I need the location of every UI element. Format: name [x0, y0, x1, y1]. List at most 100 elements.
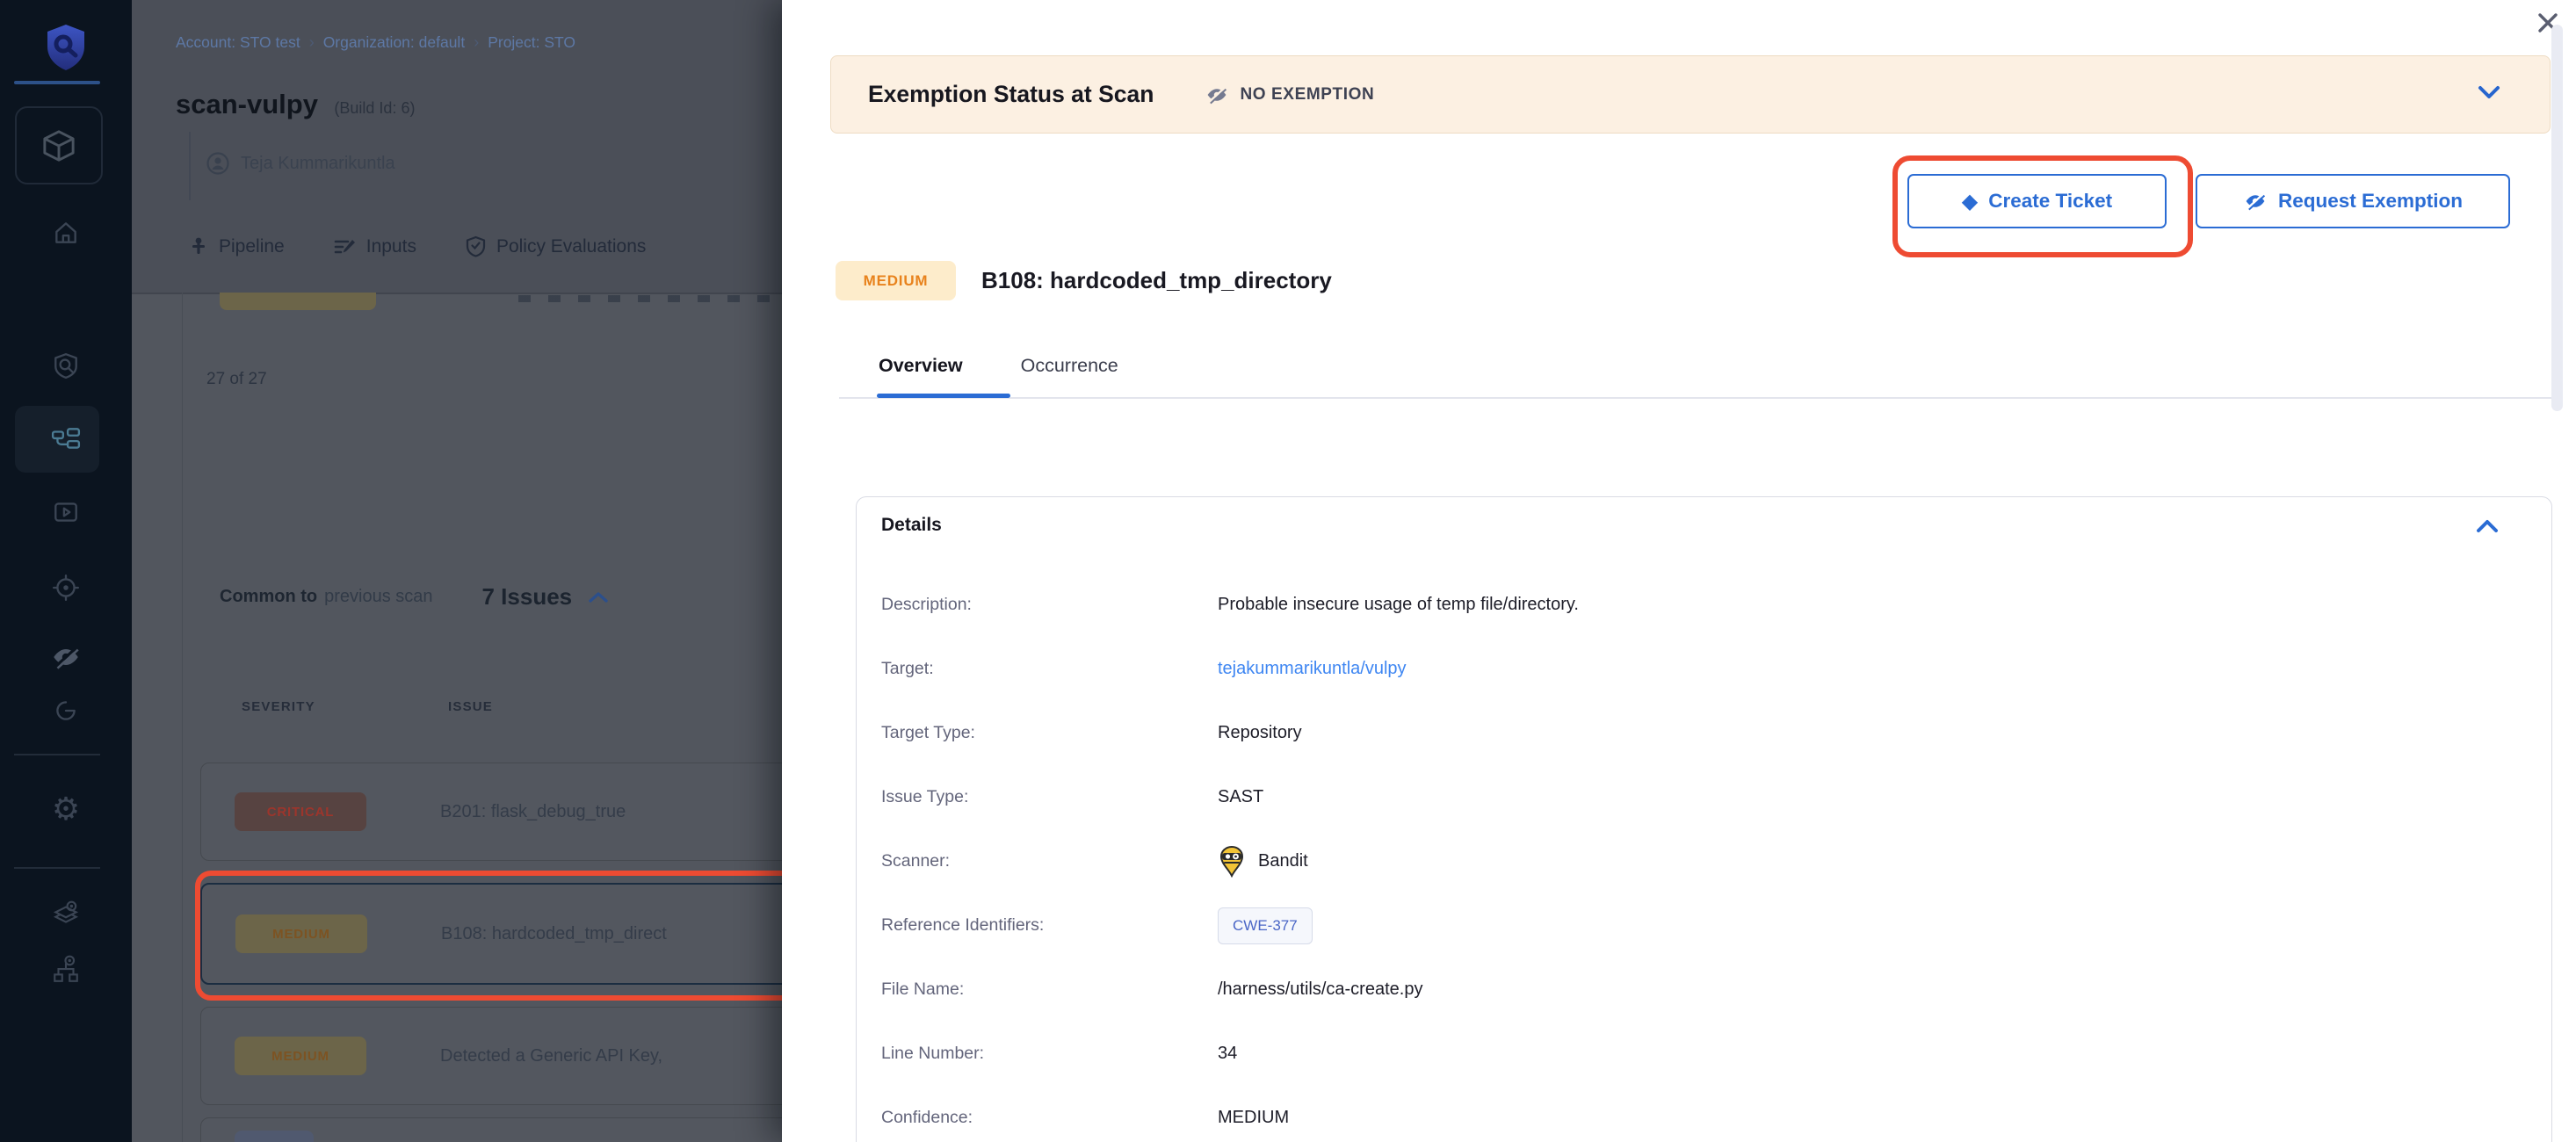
detail-row: Target: tejakummarikuntla/vulpy tejakumm… — [857, 637, 2551, 701]
detail-value: 34 — [1218, 1044, 1237, 1064]
annotation-highlight-create-ticket — [1892, 155, 2193, 257]
tab-pipeline[interactable]: Pipeline — [189, 236, 285, 257]
detail-label: Target Type: — [881, 723, 1218, 743]
detail-value: Probable insecure usage of temp file/dir… — [1218, 595, 1579, 615]
exemption-status-banner[interactable]: Exemption Status at Scan NO EXEMPTION — [830, 55, 2551, 134]
user-timeline-bar — [189, 132, 191, 200]
issue-title: B108: hardcoded_tmp_directory — [981, 267, 1332, 294]
severity-badge: CRITICAL — [235, 792, 366, 831]
clipped-severity-badge — [220, 293, 376, 310]
severity-badge: MEDIUM — [836, 261, 956, 300]
module-selector-button[interactable] — [15, 106, 103, 184]
detail-row: Description: Probable insecure usage of … — [857, 573, 2551, 637]
shield-search-icon[interactable] — [0, 351, 132, 379]
request-exemption-label: Request Exemption — [2278, 190, 2463, 213]
inputs-tab-icon — [334, 236, 356, 257]
page-title-row: scan-vulpy (Build Id: 6) — [176, 89, 415, 120]
detail-row: File Name: /harness/utils/ca-create.py /… — [857, 958, 2551, 1022]
issue-name: Detected a Generic API Key, — [440, 1046, 662, 1066]
bandit-scanner-icon — [1218, 846, 1246, 878]
breadcrumb-separator: › — [474, 33, 479, 51]
column-header-severity: SEVERITY — [242, 699, 315, 714]
tab-occurrence[interactable]: Occurrence — [1021, 355, 1118, 377]
detail-label: Reference Identifiers: — [881, 915, 1218, 936]
collapse-chevron-up-icon[interactable] — [586, 589, 611, 606]
detail-row: Confidence: MEDIUM MEDIUM MEDIUM MEDIUM — [857, 1086, 2551, 1142]
detail-label: Line Number: — [881, 1044, 1218, 1064]
detail-label: Scanner: — [881, 851, 1218, 871]
layers-gear-icon[interactable] — [0, 899, 132, 929]
issue-group-header: Common to previous scan 7 Issues — [220, 583, 611, 611]
detail-value: SAST — [1218, 787, 1263, 807]
table-row[interactable]: MEDIUM Detected a Generic API Key, — [200, 1007, 782, 1105]
get-started-icon[interactable] — [0, 697, 132, 725]
detail-label: Description: — [881, 595, 1218, 615]
drawer-scrollbar-thumb[interactable] — [2551, 25, 2563, 411]
sto-issue-drawer-screen: ⚙ Account: STO test › Organization: defaul… — [0, 0, 2576, 1142]
tab-policy-evaluations[interactable]: Policy Evaluations — [466, 235, 646, 257]
detail-value: /harness/utils/ca-create.py — [1218, 979, 1422, 1000]
severity-badge: MEDIUM — [235, 1037, 366, 1075]
detail-row: Target Type: Repository Repository Repos… — [857, 701, 2551, 765]
tab-inputs[interactable]: Inputs — [334, 236, 416, 257]
detail-label: Issue Type: — [881, 787, 1218, 807]
pipeline-tab-icon — [189, 236, 208, 257]
tab-inputs-label: Inputs — [366, 236, 416, 257]
breadcrumb-org-link[interactable]: Organization: default — [323, 33, 466, 51]
triggered-by-user: Teja Kummarikuntla — [206, 151, 395, 176]
policy-shield-icon — [466, 235, 486, 257]
dimmed-background-content: Account: STO test › Organization: default ›… — [132, 0, 782, 1142]
execution-tabs: Pipeline Inputs Policy Evaluations — [189, 235, 646, 257]
chevron-up-icon[interactable] — [2472, 515, 2502, 538]
detail-value: MEDIUM — [1218, 1108, 1289, 1128]
home-icon[interactable] — [0, 219, 132, 247]
detail-label: Target: — [881, 659, 1218, 679]
clipped-row-text-remnant — [518, 295, 782, 302]
request-exemption-button[interactable]: Request Exemption — [2196, 174, 2510, 228]
issues-count-text: 27 of 27 — [206, 370, 267, 389]
detail-value-link[interactable]: tejakummarikuntla/vulpy — [1218, 659, 1407, 679]
breadcrumb-project-link[interactable]: Project: STO — [488, 33, 575, 51]
breadcrumb: Account: STO test › Organization: default ›… — [176, 33, 575, 52]
harness-sto-logo — [0, 23, 132, 72]
group-issue-count: 7 Issues — [482, 583, 573, 611]
target-icon[interactable] — [0, 573, 132, 603]
reference-identifier-chip[interactable]: CWE-377 — [1218, 907, 1313, 944]
detail-label: Confidence: — [881, 1108, 1218, 1128]
details-card: Details Description: Probable insecure u… — [856, 496, 2552, 1142]
detail-row: Reference Identifiers: CWE-377 CWE-377 C… — [857, 893, 2551, 958]
exemptions-eye-slash-icon[interactable] — [0, 643, 132, 671]
executions-play-icon[interactable] — [0, 498, 132, 526]
build-id-label: (Build Id: 6) — [334, 99, 415, 117]
chevron-down-icon[interactable] — [2474, 81, 2504, 104]
exemption-status-chip: NO EXEMPTION — [1205, 84, 1374, 105]
clipped-severity-badge — [235, 1131, 314, 1142]
issue-details-drawer: Exemption Status at Scan NO EXEMPTION ◆ … — [782, 0, 2576, 1142]
column-header-issue: ISSUE — [448, 699, 493, 714]
details-card-title: Details — [881, 515, 942, 536]
tab-overview[interactable]: Overview — [879, 355, 963, 377]
annotation-highlight-selected-row — [195, 871, 782, 1001]
avatar-icon — [206, 151, 230, 176]
tab-policy-label: Policy Evaluations — [496, 236, 646, 257]
breadcrumb-separator: › — [309, 33, 315, 51]
org-structure-gear-icon[interactable] — [0, 954, 132, 984]
settings-gear-icon[interactable]: ⚙ — [0, 793, 132, 825]
left-nav-sidebar: ⚙ — [0, 0, 132, 1142]
detail-row: Scanner: Bandit Bandit Bandit Bandit — [857, 829, 2551, 893]
user-name: Teja Kummarikuntla — [241, 154, 395, 174]
scanner-name: Bandit — [1258, 851, 1308, 871]
table-row[interactable]: CRITICAL B201: flask_debug_true — [200, 763, 782, 861]
pipelines-nav-icon[interactable] — [0, 425, 132, 453]
page-title: scan-vulpy — [176, 89, 318, 119]
group-label-bold: Common to — [220, 587, 317, 607]
group-label: previous scan — [324, 587, 432, 607]
eye-slash-icon — [1205, 84, 1229, 105]
cube-icon — [40, 126, 78, 165]
table-row-partial[interactable] — [200, 1117, 782, 1142]
sidebar-divider — [14, 867, 100, 869]
eye-slash-icon — [2243, 191, 2268, 212]
breadcrumb-account-link[interactable]: Account: STO test — [176, 33, 300, 51]
issue-name: B201: flask_debug_true — [440, 802, 626, 822]
tabs-border — [839, 397, 2551, 399]
